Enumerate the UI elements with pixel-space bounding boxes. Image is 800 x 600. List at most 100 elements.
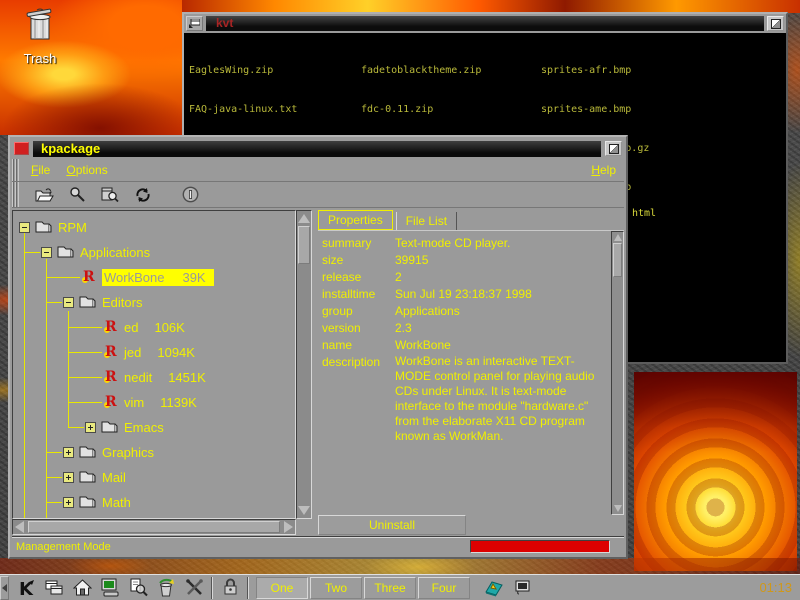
tab-file-list[interactable]: File List (396, 212, 457, 230)
tree-item-label: Editors (102, 295, 142, 310)
trash-icon (23, 31, 57, 48)
kpackage-titlebar[interactable]: kpackage (12, 139, 624, 159)
tree-item-label: WorkBone (104, 270, 164, 285)
home-button[interactable] (70, 576, 94, 600)
tree-item-emacs[interactable]: Emacs (13, 415, 295, 440)
terminal-entry: EaglesWing.zip (189, 64, 358, 77)
property-row: release 2 (322, 269, 609, 286)
scroll-left-icon[interactable] (15, 521, 24, 533)
folder-icon (101, 419, 118, 436)
kvt-window-menu-button[interactable] (186, 16, 203, 31)
find-button[interactable] (65, 184, 89, 206)
property-value: 39915 (395, 252, 601, 269)
recycler-button[interactable] (154, 576, 178, 600)
tree-item-mail[interactable]: Mail (13, 465, 295, 490)
property-value: 2 (395, 269, 601, 286)
kvt-window-title[interactable]: kvt (206, 16, 764, 31)
expand-icon[interactable] (85, 422, 96, 433)
reload-button[interactable] (131, 184, 155, 206)
tree-item-label: Emacs (124, 420, 164, 435)
trash-desktop-icon[interactable]: Trash (10, 8, 70, 66)
property-key: description (322, 354, 395, 444)
kvt-maximize-button[interactable] (767, 16, 784, 31)
scroll-right-icon[interactable] (284, 521, 293, 533)
reload-icon (134, 187, 152, 203)
desktop-button-two[interactable]: Two (310, 577, 362, 599)
desktop-button-four[interactable]: Four (418, 577, 470, 599)
property-row: group Applications (322, 303, 609, 320)
kpackage-menubar: File Options Help (12, 159, 624, 182)
collapse-icon[interactable] (41, 247, 52, 258)
menu-file[interactable]: File (23, 160, 58, 180)
folder-icon (79, 494, 96, 511)
open-file-button[interactable] (32, 184, 56, 206)
scroll-down-icon[interactable] (298, 506, 310, 515)
terminal-entry: sprites-ame.bmp (541, 103, 649, 116)
terminal-entry: fdc-0.11.zip (361, 103, 481, 116)
kvt-titlebar[interactable]: kvt (184, 14, 786, 33)
folder-icon (57, 244, 74, 261)
k-logo-icon: K (16, 578, 36, 598)
expand-icon[interactable] (63, 497, 74, 508)
selected-highlight: WorkBone 39K (102, 269, 214, 286)
tree-item-applications[interactable]: Applications (13, 240, 295, 265)
scroll-down-icon[interactable] (614, 505, 622, 512)
panel-hide-button[interactable] (0, 576, 9, 600)
property-value: WorkBone (395, 337, 601, 354)
menu-options[interactable]: Options (58, 160, 115, 180)
scrollbar-thumb[interactable] (298, 226, 310, 264)
menubar-grip[interactable] (12, 159, 19, 181)
tree-item-ed[interactable]: R ed 106K (13, 315, 295, 340)
scrollbar-thumb[interactable] (28, 521, 280, 533)
tree-item-nedit[interactable]: R nedit 1451K (13, 365, 295, 390)
tree-item-workbone-selected[interactable]: R WorkBone 39K (13, 265, 295, 290)
property-row: summary Text-mode CD player. (322, 235, 609, 252)
utilities-button[interactable] (182, 576, 206, 600)
tree-item-rpm[interactable]: RPM (13, 215, 295, 240)
window-list-button[interactable] (42, 576, 66, 600)
expand-icon[interactable] (63, 447, 74, 458)
collapse-icon[interactable] (19, 222, 30, 233)
tree-item-size: 1094K (157, 345, 195, 360)
svg-text:R: R (83, 269, 95, 284)
kpackage-window-title[interactable]: kpackage (33, 141, 601, 157)
kvt-task-button[interactable] (510, 576, 534, 600)
tab-properties[interactable]: Properties (318, 210, 393, 230)
toolbar-grip[interactable] (12, 182, 19, 207)
tree-item-vim[interactable]: R vim 1139K (13, 390, 295, 415)
k-menu-button[interactable]: K (14, 576, 38, 600)
lock-screen-button[interactable] (218, 576, 242, 600)
info-button[interactable] (178, 184, 202, 206)
find-package-button[interactable] (98, 184, 122, 206)
tree-item-math[interactable]: Math (13, 490, 295, 515)
properties-scrollbar[interactable] (611, 231, 624, 515)
menu-help[interactable]: Help (583, 160, 624, 180)
scroll-up-icon[interactable] (614, 234, 622, 241)
konsole-button[interactable] (98, 576, 122, 600)
kpackage-maximize-button[interactable] (605, 141, 622, 156)
tree-item-graphics[interactable]: Graphics (13, 440, 295, 465)
magnifier-icon (69, 186, 86, 203)
kpackage-window-menu-button[interactable] (14, 142, 29, 155)
property-value: WorkBone is an interactive TEXT-MODE con… (395, 354, 601, 444)
package-icon: R (103, 319, 118, 337)
desktop-button-one[interactable]: One (256, 577, 308, 599)
tree-item-size: 106K (154, 320, 184, 335)
kfind-button[interactable] (126, 576, 150, 600)
scrollbar-thumb[interactable] (613, 243, 622, 277)
desktop-button-three[interactable]: Three (364, 577, 416, 599)
lock-icon (222, 578, 239, 597)
help-button[interactable] (482, 576, 506, 600)
expand-icon[interactable] (63, 472, 74, 483)
tree-item-label: Applications (80, 245, 150, 260)
kpackage-main-area: RPM Applications R WorkBone 39K (12, 210, 624, 535)
package-tree[interactable]: RPM Applications R WorkBone 39K (12, 210, 296, 519)
tree-item-jed[interactable]: R jed 1094K (13, 340, 295, 365)
collapse-icon[interactable] (63, 297, 74, 308)
kpackage-statusbar: Management Mode (12, 537, 624, 555)
scroll-up-icon[interactable] (298, 214, 310, 223)
tree-horizontal-scrollbar[interactable] (12, 519, 296, 535)
uninstall-button[interactable]: Uninstall (318, 515, 466, 535)
tree-item-editors[interactable]: Editors (13, 290, 295, 315)
tree-vertical-scrollbar[interactable] (296, 210, 312, 519)
